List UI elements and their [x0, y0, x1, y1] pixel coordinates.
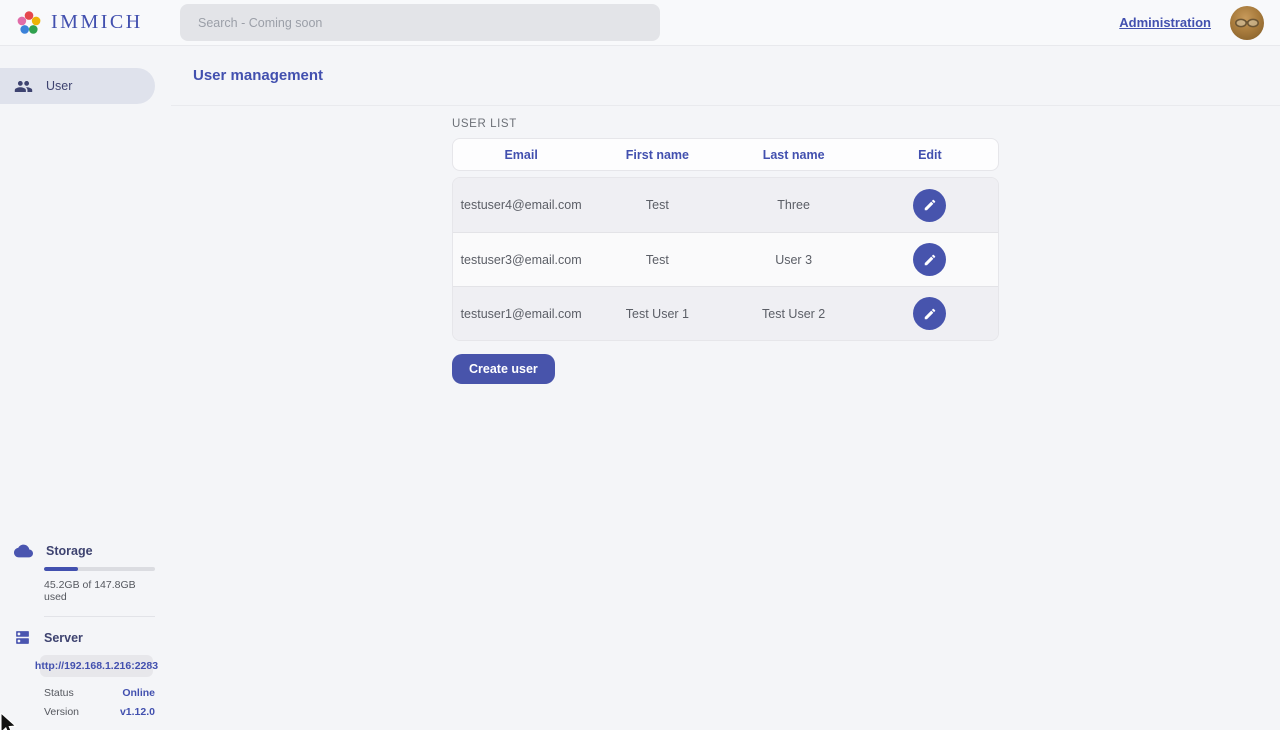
- sidebar: User Storage 45.2GB of 147.8GB used Serv…: [0, 46, 171, 730]
- server-icon: [14, 629, 31, 646]
- user-first-name: Test: [589, 253, 725, 267]
- server-status-row: Status Online: [44, 687, 155, 699]
- server-title: Server: [44, 631, 83, 645]
- glasses-icon: [1234, 16, 1260, 30]
- edit-user-button[interactable]: [913, 189, 946, 222]
- version-value: v1.12.0: [120, 706, 155, 718]
- user-list-section: USER LIST Email First name Last name Edi…: [452, 106, 999, 384]
- page-title: User management: [193, 67, 323, 84]
- user-list-label: USER LIST: [452, 118, 999, 130]
- sidebar-item-user-label: User: [46, 79, 72, 93]
- column-header-email: Email: [453, 148, 589, 162]
- sidebar-divider: [44, 616, 155, 617]
- column-header-edit: Edit: [862, 148, 998, 162]
- user-first-name: Test User 1: [589, 307, 725, 321]
- user-last-name: Test User 2: [726, 307, 862, 321]
- table-header-row: Email First name Last name Edit: [452, 138, 999, 171]
- status-value: Online: [122, 687, 155, 699]
- immich-flower-icon: [16, 10, 42, 36]
- storage-progress-fill: [44, 567, 78, 571]
- server-version-row: Version v1.12.0: [44, 706, 155, 718]
- storage-section-header: Storage: [0, 544, 171, 558]
- page-title-row: User management: [171, 46, 1280, 106]
- main-panel: User management USER LIST Email First na…: [171, 46, 1280, 730]
- search-input[interactable]: [180, 4, 660, 41]
- app-header: IMMICH Administration: [0, 0, 1280, 46]
- cloud-icon: [14, 544, 33, 558]
- app-name: IMMICH: [51, 11, 143, 34]
- edit-cell: [862, 243, 998, 276]
- users-group-icon: [14, 77, 33, 96]
- edit-cell: [862, 189, 998, 222]
- user-email: testuser4@email.com: [453, 198, 589, 212]
- user-avatar[interactable]: [1230, 6, 1264, 40]
- storage-title: Storage: [46, 544, 93, 558]
- sidebar-footer: Storage 45.2GB of 147.8GB used Server ht…: [0, 544, 171, 718]
- app-body: User Storage 45.2GB of 147.8GB used Serv…: [0, 46, 1280, 730]
- user-email: testuser3@email.com: [453, 253, 589, 267]
- status-label: Status: [44, 687, 74, 699]
- server-section-header: Server: [0, 629, 171, 646]
- version-label: Version: [44, 706, 79, 718]
- user-email: testuser1@email.com: [453, 307, 589, 321]
- pencil-icon: [923, 198, 937, 212]
- pencil-icon: [923, 307, 937, 321]
- user-last-name: User 3: [726, 253, 862, 267]
- pencil-icon: [923, 253, 937, 267]
- mouse-cursor-icon: [0, 713, 19, 730]
- column-header-last-name: Last name: [726, 148, 862, 162]
- header-right: Administration: [1119, 6, 1264, 40]
- edit-user-button[interactable]: [913, 297, 946, 330]
- column-header-first-name: First name: [589, 148, 725, 162]
- server-url: http://192.168.1.216:2283: [40, 655, 153, 677]
- sidebar-item-user[interactable]: User: [0, 68, 155, 104]
- app-logo[interactable]: IMMICH: [16, 10, 143, 36]
- edit-cell: [862, 297, 998, 330]
- table-row: testuser3@email.com Test User 3: [453, 232, 998, 286]
- user-first-name: Test: [589, 198, 725, 212]
- create-user-button[interactable]: Create user: [452, 354, 555, 384]
- edit-user-button[interactable]: [913, 243, 946, 276]
- storage-progress-track: [44, 567, 155, 571]
- table-row: testuser1@email.com Test User 1 Test Use…: [453, 286, 998, 340]
- storage-usage-text: 45.2GB of 147.8GB used: [44, 579, 155, 603]
- user-last-name: Three: [726, 198, 862, 212]
- administration-link[interactable]: Administration: [1119, 15, 1211, 30]
- table-row: testuser4@email.com Test Three: [453, 178, 998, 232]
- table-body: testuser4@email.com Test Three testuser3…: [452, 177, 999, 341]
